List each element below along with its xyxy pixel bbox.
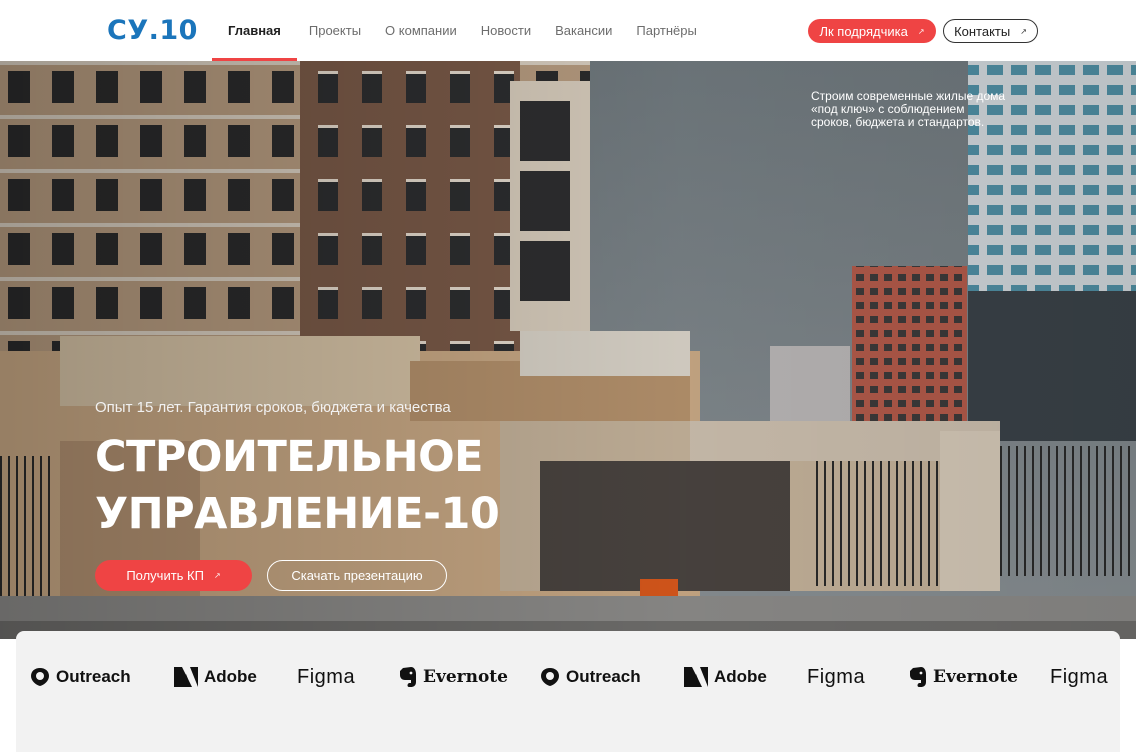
partner-logo-label: Figma <box>1050 665 1109 688</box>
partner-logo-label: Outreach <box>566 667 641 686</box>
partner-logo-label: Adobe <box>204 667 257 686</box>
adobe-icon <box>684 667 708 687</box>
contacts-label: Контакты <box>954 23 1011 39</box>
get-offer-label: Получить КП <box>126 568 204 583</box>
partner-logo-evernote: Evernote <box>399 665 508 689</box>
partner-logo-label: Evernote <box>423 667 508 687</box>
download-presentation-label: Скачать презентацию <box>291 568 423 583</box>
hero-tagline-line: сроков, бюджета и стандартов. <box>811 115 985 129</box>
partner-logo-evernote: Evernote <box>909 665 1018 689</box>
get-offer-button[interactable]: Получить КП ↗ <box>95 560 252 591</box>
nav-item-about[interactable]: О компании <box>373 0 469 61</box>
hero-title: СТРОИТЕЛЬНОЕ УПРАВЛЕНИЕ-10 <box>95 429 500 543</box>
arrow-up-right-icon: ↗ <box>917 26 925 36</box>
arrow-up-right-icon: ↗ <box>213 571 221 580</box>
hero-overlay <box>0 61 1136 639</box>
partner-logo-label: Figma <box>807 665 866 688</box>
evernote-icon <box>400 667 416 687</box>
nav-item-partners[interactable]: Партнёры <box>624 0 708 61</box>
outreach-icon <box>541 668 559 686</box>
hero-title-line: УПРАВЛЕНИЕ-10 <box>95 489 500 539</box>
partner-logo-outreach: Outreach <box>540 665 641 689</box>
contractor-account-label: Лк подрядчика <box>819 23 908 39</box>
hero-subtitle: Опыт 15 лет. Гарантия сроков, бюджета и … <box>95 399 451 416</box>
nav-item-vacancies[interactable]: Вакансии <box>543 0 624 61</box>
hero-section: Строим современные жилые дома «под ключ»… <box>0 61 1136 639</box>
contractor-account-button[interactable]: Лк подрядчика ↗ <box>808 19 936 43</box>
hero-tagline: Строим современные жилые дома «под ключ»… <box>811 90 1041 129</box>
partner-logo-figma: Figma <box>807 665 865 689</box>
hero-title-line: СТРОИТЕЛЬНОЕ <box>95 432 484 482</box>
partner-logo-figma: Figma <box>1050 665 1108 689</box>
partner-logo-adobe: Adobe <box>174 665 257 689</box>
adobe-icon <box>174 667 198 687</box>
partner-logo-label: Outreach <box>56 667 131 686</box>
partner-logo-label: Adobe <box>714 667 767 686</box>
main-nav: Главная Проекты О компании Новости Вакан… <box>212 0 709 61</box>
site-logo[interactable]: СУ.10 <box>107 15 198 46</box>
download-presentation-button[interactable]: Скачать презентацию <box>267 560 447 591</box>
evernote-icon <box>910 667 926 687</box>
nav-item-home[interactable]: Главная <box>212 0 297 61</box>
arrow-up-right-icon: ↗ <box>1020 26 1027 36</box>
nav-item-projects[interactable]: Проекты <box>297 0 373 61</box>
partner-logo-figma: Figma <box>297 665 355 689</box>
site-header: СУ.10 Главная Проекты О компании Новости… <box>0 0 1136 61</box>
partners-strip: Outreach Adobe Figma Evernote Outreach A… <box>16 631 1120 752</box>
nav-item-news[interactable]: Новости <box>469 0 543 61</box>
partner-logo-outreach: Outreach <box>30 665 131 689</box>
partner-logo-label: Figma <box>297 665 356 688</box>
partner-logo-label: Evernote <box>933 667 1018 687</box>
outreach-icon <box>31 668 49 686</box>
contacts-button[interactable]: Контакты ↗ <box>943 19 1038 43</box>
partner-logo-adobe: Adobe <box>684 665 767 689</box>
